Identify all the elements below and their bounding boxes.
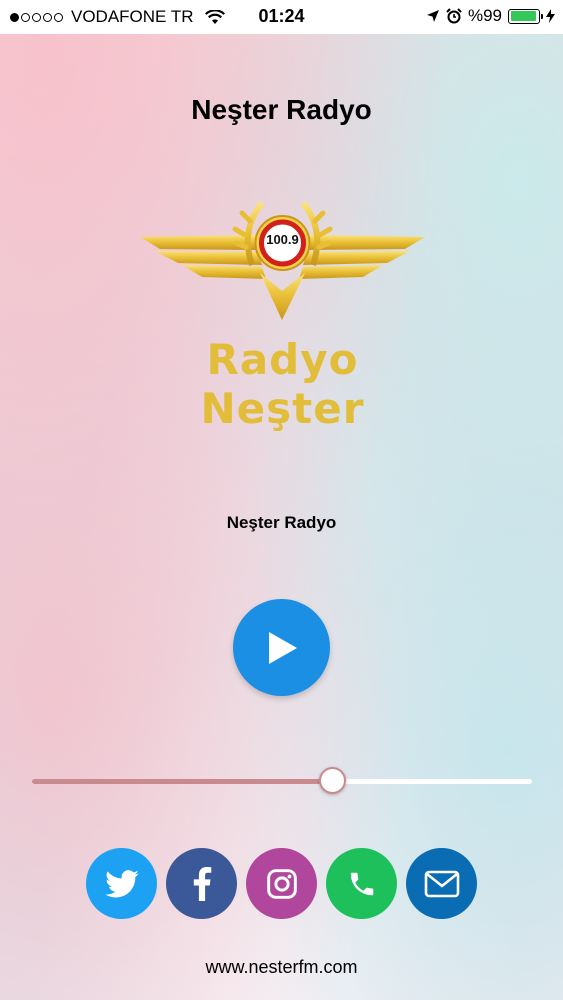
phone-button[interactable] [326, 848, 397, 919]
battery-icon [508, 8, 543, 24]
facebook-icon [193, 866, 211, 901]
station-name: Neşter Radyo [226, 513, 337, 532]
social-buttons [86, 848, 477, 919]
winged-emblem-icon [140, 201, 425, 320]
website-link[interactable]: www.nesterfm.com [0, 957, 563, 978]
page-title: Neşter Radyo [191, 94, 372, 125]
logo-brand-text: Radyo Neşter [200, 335, 365, 433]
location-arrow-icon [426, 10, 439, 22]
volume-slider-fill [32, 779, 332, 784]
twitter-icon [104, 869, 139, 897]
charging-bolt-icon [546, 9, 555, 23]
play-icon [268, 631, 297, 664]
alarm-clock-icon [446, 8, 462, 24]
instagram-button[interactable] [246, 848, 317, 919]
facebook-button[interactable] [166, 848, 237, 919]
play-button[interactable] [233, 599, 330, 696]
radyo-nester-logo: 100.9 Radyo Neşter [140, 195, 425, 433]
phone-icon [350, 872, 373, 895]
volume-slider-thumb[interactable] [318, 767, 346, 794]
email-button[interactable] [406, 848, 477, 919]
status-bar: VODAFONE TR 01:24 %99 [0, 0, 563, 34]
status-right: %99 [426, 6, 555, 26]
twitter-button[interactable] [86, 848, 157, 919]
volume-slider[interactable] [32, 767, 532, 794]
battery-percent: %99 [467, 6, 502, 25]
instagram-icon [266, 868, 297, 899]
frequency-label: 100.9 [266, 232, 299, 247]
mail-icon [424, 870, 459, 897]
